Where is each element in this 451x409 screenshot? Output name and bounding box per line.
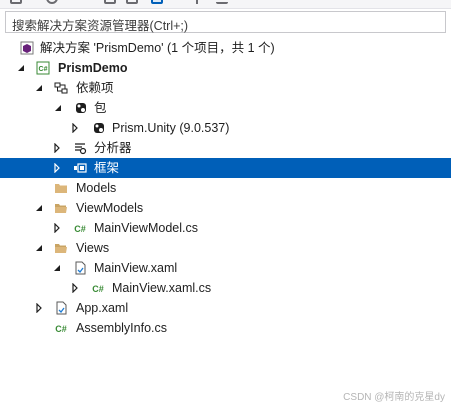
collapsed-arrow-icon[interactable] <box>52 163 62 173</box>
collapsed-arrow-icon[interactable] <box>70 283 80 293</box>
csharp-file-icon: C# <box>55 324 67 334</box>
mainview-xaml-cs-label: MainView.xaml.cs <box>112 281 212 295</box>
search-input[interactable]: 搜索解决方案资源管理器(Ctrl+;) <box>5 11 446 33</box>
views-label: Views <box>76 241 110 255</box>
app-xaml-label: App.xaml <box>76 301 129 315</box>
tree-row-prism-unity[interactable]: Prism.Unity (9.0.537) <box>0 118 451 138</box>
mainviewmodel-cs-label: MainViewModel.cs <box>94 221 198 235</box>
home-icon[interactable] <box>104 0 116 4</box>
minus-icon[interactable] <box>216 0 228 4</box>
tree-row-project[interactable]: C# PrismDemo <box>0 58 451 78</box>
mainview-xaml-label: MainView.xaml <box>94 261 178 275</box>
csharp-project-icon: C# <box>36 61 50 75</box>
collapsed-arrow-icon[interactable] <box>52 143 62 153</box>
tree-row-assemblyinfo-cs[interactable]: C# AssemblyInfo.cs <box>0 318 451 338</box>
nuget-package-icon <box>76 103 86 113</box>
tree-row-app-xaml[interactable]: App.xaml <box>0 298 451 318</box>
toolbar <box>0 0 451 9</box>
tree-row-viewmodels[interactable]: ViewModels <box>0 198 451 218</box>
tree-row-dependencies[interactable]: 依赖项 <box>0 78 451 98</box>
back-icon[interactable] <box>10 0 22 4</box>
tree-row-packages[interactable]: 包 <box>0 98 451 118</box>
svg-text:C#: C# <box>74 224 86 234</box>
dependencies-label: 依赖项 <box>76 81 114 95</box>
framework-icon <box>74 163 87 173</box>
xaml-file-icon <box>56 301 67 315</box>
analyzers-label: 分析器 <box>94 141 132 155</box>
watermark: CSDN @柯南的克星dy <box>343 392 445 403</box>
prism-unity-label: Prism.Unity (9.0.537) <box>112 121 230 135</box>
assemblyinfo-cs-label: AssemblyInfo.cs <box>76 321 168 335</box>
frameworks-label: 框架 <box>94 161 120 175</box>
tree-row-mainviewmodel-cs[interactable]: C# MainViewModel.cs <box>0 218 451 238</box>
tree-row-analyzers[interactable]: 分析器 <box>0 138 451 158</box>
dependencies-icon <box>54 82 68 94</box>
expanded-arrow-icon[interactable] <box>52 263 62 273</box>
expanded-arrow-icon[interactable] <box>53 103 63 113</box>
analyzer-icon <box>75 143 87 155</box>
svg-text:C#: C# <box>55 324 67 334</box>
solution-icon <box>20 41 34 55</box>
models-label: Models <box>76 181 117 195</box>
properties-icon[interactable] <box>196 0 208 4</box>
nuget-package-icon <box>94 123 104 133</box>
tree-row-mainview-xaml-cs[interactable]: C# MainView.xaml.cs <box>0 278 451 298</box>
sync-icon[interactable] <box>151 0 163 4</box>
folder-open-icon <box>55 204 67 213</box>
refresh-icon[interactable] <box>46 0 58 4</box>
tree-row-frameworks[interactable]: 框架 <box>0 158 451 178</box>
csharp-file-icon: C# <box>92 284 104 294</box>
expanded-arrow-icon[interactable] <box>34 83 44 93</box>
tree-row-views[interactable]: Views <box>0 238 451 258</box>
expanded-arrow-icon[interactable] <box>16 63 26 73</box>
tree-row-mainview-xaml[interactable]: MainView.xaml <box>0 258 451 278</box>
folder-icon <box>55 184 67 193</box>
tree-row-models[interactable]: Models <box>0 178 451 198</box>
packages-label: 包 <box>94 101 107 115</box>
tree-row-solution[interactable]: 解决方案 'PrismDemo' (1 个项目，共 1 个) <box>0 38 451 58</box>
search-placeholder: 搜索解决方案资源管理器(Ctrl+;) <box>12 19 189 33</box>
svg-text:C#: C# <box>92 284 104 294</box>
expanded-arrow-icon[interactable] <box>34 243 44 253</box>
switch-views-icon[interactable] <box>126 0 138 4</box>
collapsed-arrow-icon[interactable] <box>70 123 80 133</box>
csharp-file-icon: C# <box>74 224 86 234</box>
collapsed-arrow-icon[interactable] <box>52 223 62 233</box>
xaml-file-icon <box>75 261 86 275</box>
folder-open-icon <box>55 244 67 253</box>
viewmodels-label: ViewModels <box>76 201 144 215</box>
collapsed-arrow-icon[interactable] <box>34 303 44 313</box>
project-label: PrismDemo <box>58 61 128 75</box>
expanded-arrow-icon[interactable] <box>34 203 44 213</box>
svg-text:C#: C# <box>39 66 48 73</box>
solution-label: 解决方案 'PrismDemo' (1 个项目，共 1 个) <box>40 41 275 55</box>
